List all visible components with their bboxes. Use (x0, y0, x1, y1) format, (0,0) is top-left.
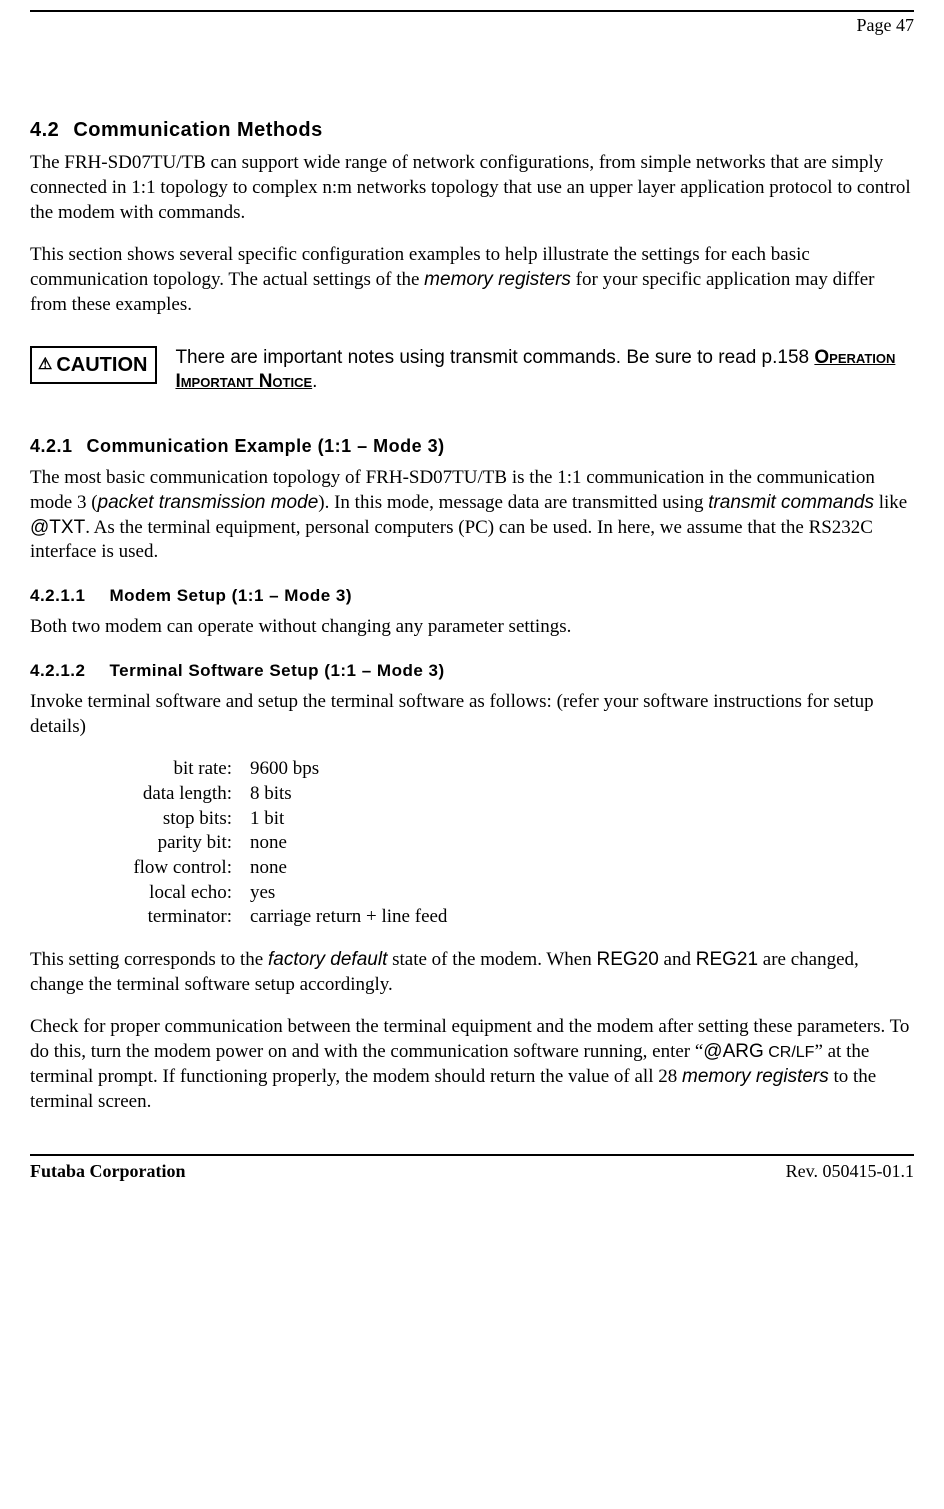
paragraph: The FRH-SD07TU/TB can support wide range… (30, 151, 914, 225)
page-header: Page 47 (30, 10, 914, 37)
paragraph: Invoke terminal software and setup the t… (30, 690, 914, 739)
heading-4-2: 4.2 Communication Methods (30, 117, 914, 143)
footer-company: Futaba Corporation (30, 1160, 186, 1183)
table-row: data length: 8 bits (90, 782, 914, 807)
caution-block: ⚠CAUTION There are important notes using… (30, 346, 914, 395)
heading-number: 4.2.1.2 (30, 660, 86, 682)
footer-revision: Rev. 050415-01.1 (786, 1160, 914, 1183)
caution-text: There are important notes using transmit… (175, 346, 914, 395)
heading-number: 4.2 (30, 117, 59, 143)
table-row: flow control: none (90, 856, 914, 881)
heading-title: Communication Methods (73, 117, 322, 143)
table-row: terminator: carriage return + line feed (90, 905, 914, 930)
page-number: Page 47 (857, 15, 915, 35)
paragraph: This setting corresponds to the factory … (30, 948, 914, 997)
table-row: bit rate: 9600 bps (90, 757, 914, 782)
heading-title: Modem Setup (1:1 – Mode 3) (110, 585, 353, 607)
heading-number: 4.2.1.1 (30, 585, 86, 607)
heading-number: 4.2.1 (30, 435, 73, 458)
heading-4-2-1-1: 4.2.1.1 Modem Setup (1:1 – Mode 3) (30, 585, 914, 607)
settings-table: bit rate: 9600 bps data length: 8 bits s… (90, 757, 914, 930)
table-row: local echo: yes (90, 881, 914, 906)
heading-title: Terminal Software Setup (1:1 – Mode 3) (110, 660, 445, 682)
paragraph: This section shows several specific conf… (30, 243, 914, 317)
heading-4-2-1: 4.2.1 Communication Example (1:1 – Mode … (30, 435, 914, 458)
table-row: stop bits: 1 bit (90, 807, 914, 832)
heading-4-2-1-2: 4.2.1.2 Terminal Software Setup (1:1 – M… (30, 660, 914, 682)
caution-label: ⚠CAUTION (30, 346, 157, 384)
page-footer: Futaba Corporation Rev. 050415-01.1 (30, 1154, 914, 1203)
table-row: parity bit: none (90, 831, 914, 856)
paragraph: The most basic communication topology of… (30, 466, 914, 565)
paragraph: Both two modem can operate without chang… (30, 615, 914, 640)
paragraph: Check for proper communication between t… (30, 1015, 914, 1114)
heading-title: Communication Example (1:1 – Mode 3) (87, 435, 445, 458)
warning-icon: ⚠ (38, 357, 52, 373)
